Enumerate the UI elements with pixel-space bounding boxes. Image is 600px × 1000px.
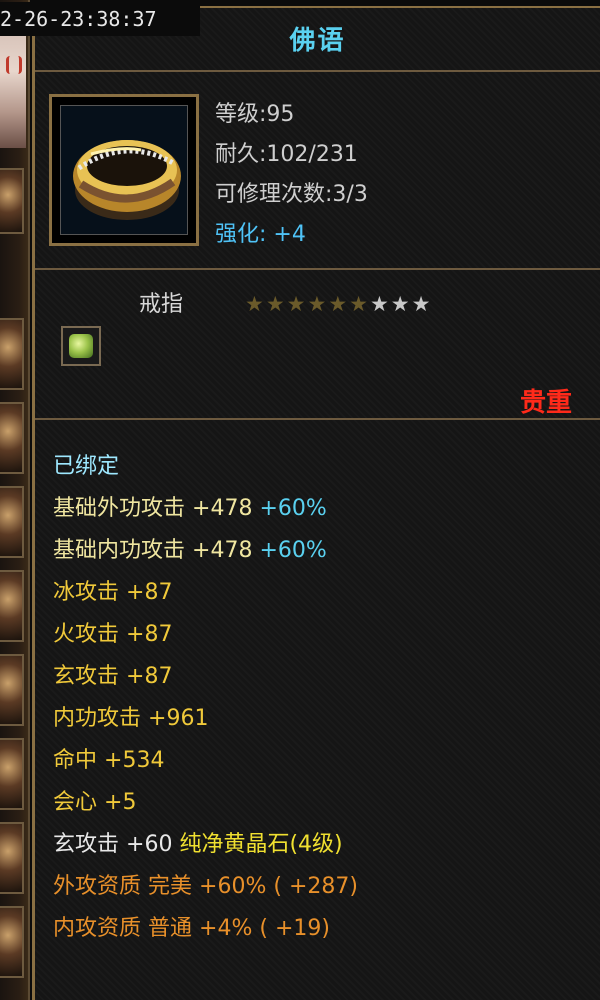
attribute-name: 内功攻击: [53, 706, 142, 731]
bound-status: 已绑定: [53, 454, 120, 479]
star-icon: ★: [328, 292, 348, 316]
attribute-name: 会心: [53, 790, 98, 815]
attribute-value: +478: [192, 538, 253, 563]
quality-name: 外攻资质: [53, 874, 142, 899]
attribute-line: 冰攻击 +87: [53, 572, 358, 614]
inventory-slot[interactable]: [0, 486, 24, 558]
gem-attr-gem: 纯净黄晶石(4级): [179, 832, 343, 857]
item-rarity: 贵重: [519, 388, 572, 418]
attribute-value: +534: [104, 748, 165, 773]
inventory-slot[interactable]: [0, 318, 24, 390]
attribute-line: 玄攻击 +87: [53, 656, 358, 698]
attribute-name: 基础外功攻击: [53, 496, 186, 521]
attribute-value: +478: [192, 496, 253, 521]
inventory-slot[interactable]: [0, 402, 24, 474]
character-portrait[interactable]: [0, 30, 26, 148]
attribute-name: 基础内功攻击: [53, 538, 186, 563]
star-icon: ★: [307, 292, 327, 316]
attribute-name: 命中: [53, 748, 98, 773]
quality-value: +60%: [199, 874, 267, 899]
item-enhance: 强化: +4: [215, 216, 306, 248]
attribute-name: 火攻击: [53, 622, 120, 647]
attribute-percent: +60%: [259, 496, 327, 521]
star-rating: ★★★★★★★★★: [245, 292, 432, 316]
character-sidebar: [0, 0, 30, 1000]
quality-grade: 完美: [148, 874, 193, 899]
star-icon: ★: [286, 292, 306, 316]
attribute-list: 已绑定 基础外功攻击 +478 +60% 基础内功攻击 +478 +60% 冰攻击 …: [53, 446, 358, 950]
divider: [35, 418, 600, 420]
gem-attr-name: 玄攻击: [53, 832, 120, 857]
star-icon: ★: [245, 292, 264, 316]
item-durability: 耐久:102/231: [215, 142, 358, 167]
quality-bonus: ( +287): [273, 874, 358, 899]
item-icon-frame: [49, 94, 199, 246]
attribute-line: 内功攻击 +961: [53, 698, 358, 740]
quality-name: 内攻资质: [53, 916, 142, 941]
gem-attribute-line: 玄攻击 +60 纯净黄晶石(4级): [53, 824, 358, 866]
item-type: 戒指: [139, 292, 184, 317]
item-repair-count: 可修理次数:3/3: [215, 182, 368, 207]
attribute-line: 火攻击 +87: [53, 614, 358, 656]
attribute-line: 基础外功攻击 +478 +60%: [53, 488, 358, 530]
attribute-line: 会心 +5: [53, 782, 358, 824]
attribute-value: +87: [126, 664, 173, 689]
star-icon: ★: [265, 292, 285, 316]
star-icon: ★: [411, 292, 431, 316]
inventory-slot[interactable]: [0, 738, 24, 810]
inventory-slot[interactable]: [0, 168, 24, 234]
enhance-label: 强化:: [215, 222, 267, 247]
attribute-name: 玄攻击: [53, 664, 120, 689]
enhance-value: +4: [273, 222, 306, 247]
inventory-slot[interactable]: [0, 654, 24, 726]
inventory-slot[interactable]: [0, 906, 24, 978]
attribute-name: 冰攻击: [53, 580, 120, 605]
item-tooltip: 佛语 等级:95 耐久:102/231 可修理次数:3/3 强化: +4 戒指 …: [32, 6, 600, 1000]
star-icon: ★: [369, 292, 389, 316]
star-icon: ★: [390, 292, 410, 316]
attribute-value: +87: [126, 580, 173, 605]
attribute-line: 基础内功攻击 +478 +60%: [53, 530, 358, 572]
attribute-value: +87: [126, 622, 173, 647]
divider: [35, 268, 600, 270]
quality-line: 内攻资质 普通 +4% ( +19): [53, 908, 358, 950]
ring-icon: [60, 105, 188, 235]
star-icon: ★: [349, 292, 368, 316]
quality-grade: 普通: [148, 916, 193, 941]
quality-value: +4%: [199, 916, 253, 941]
attribute-percent: +60%: [259, 538, 327, 563]
inventory-slot[interactable]: [0, 570, 24, 642]
gem-attr-value: +60: [126, 832, 173, 857]
attribute-line: 命中 +534: [53, 740, 358, 782]
quality-bonus: ( +19): [259, 916, 330, 941]
gem-socket[interactable]: [61, 326, 101, 366]
quality-line: 外攻资质 完美 +60% ( +287): [53, 866, 358, 908]
gem-icon: [69, 334, 93, 358]
attribute-value: +961: [148, 706, 209, 731]
attribute-value: +5: [104, 790, 137, 815]
timestamp: 2-26-23:38:37: [0, 2, 200, 36]
inventory-slot[interactable]: [0, 822, 24, 894]
item-level: 等级:95: [215, 102, 295, 127]
